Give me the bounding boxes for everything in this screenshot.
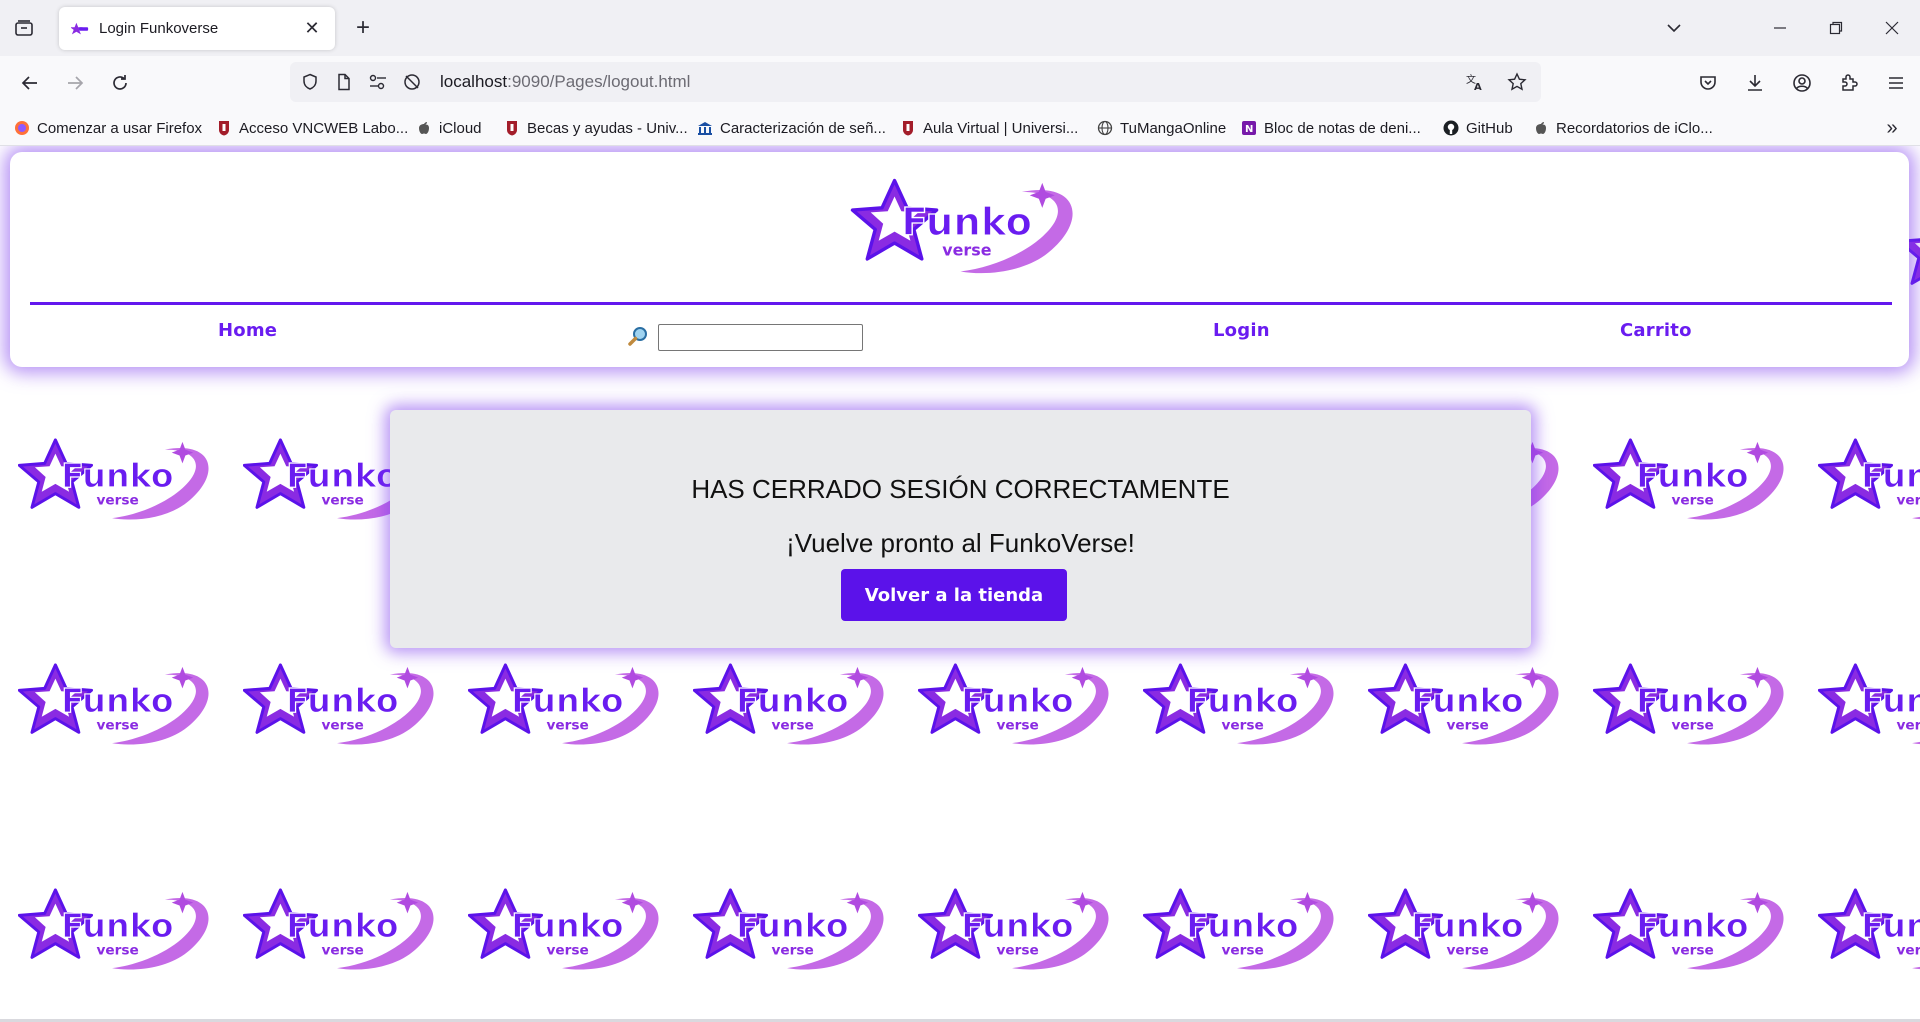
background-logo-tile xyxy=(18,886,214,972)
download-icon[interactable] xyxy=(1739,67,1771,99)
page-viewport: Home Login Carrito HAS CERRADO SESIÓN CO… xyxy=(0,146,1920,1022)
minimize-icon[interactable] xyxy=(1752,0,1808,56)
logout-title: HAS CERRADO SESIÓN CORRECTAMENTE xyxy=(691,474,1230,504)
background-logo-tile xyxy=(693,886,889,972)
close-tab-icon[interactable]: ✕ xyxy=(301,18,323,40)
bookmark-label: Aula Virtual | Universi... xyxy=(923,119,1079,137)
background-logo-tile xyxy=(1818,886,1920,972)
back-to-store-button[interactable]: Volver a la tienda xyxy=(841,569,1067,621)
logout-subtitle: ¡Vuelve pronto al FunkoVerse! xyxy=(786,528,1135,558)
tracking-protection-icon[interactable] xyxy=(398,68,426,96)
university-shield-icon xyxy=(216,120,232,136)
bookmark-label: Acceso VNCWEB Labo... xyxy=(239,119,409,137)
background-logo-tile xyxy=(918,661,1114,747)
extensions-icon[interactable] xyxy=(1833,67,1865,99)
bookmark-item[interactable]: Recordatorios de iClo... xyxy=(1533,110,1713,146)
bookmark-item[interactable]: Caracterización de señ... xyxy=(697,110,886,146)
university-shield-icon xyxy=(504,120,520,136)
bookmark-label: Caracterización de señ... xyxy=(720,119,886,137)
background-logo-tile xyxy=(693,661,889,747)
globe-icon xyxy=(1097,120,1113,136)
bookmark-label: Bloc de notas de deni... xyxy=(1264,119,1421,137)
tab-strip: Login Funkoverse ✕ + xyxy=(0,0,1920,56)
background-logo-tile xyxy=(468,661,664,747)
background-logo-tile xyxy=(1143,661,1339,747)
svg-text:N: N xyxy=(1245,124,1253,135)
url-path: :9090/Pages/logout.html xyxy=(507,72,691,91)
background-logo-tile xyxy=(1368,661,1564,747)
chevron-double-right-icon[interactable]: » xyxy=(1878,114,1906,142)
bookmark-label: iCloud xyxy=(439,119,482,137)
background-logo-tile xyxy=(243,886,439,972)
nav-login-link[interactable]: Login xyxy=(1213,320,1270,341)
tab-list-icon[interactable] xyxy=(10,14,38,42)
chevron-down-icon[interactable] xyxy=(1660,14,1688,42)
apple-icon xyxy=(1533,120,1549,136)
background-logo-tile xyxy=(1593,661,1789,747)
bookmark-item[interactable]: Acceso VNCWEB Labo... xyxy=(216,110,408,146)
background-logo-tile xyxy=(1143,886,1339,972)
background-logo-tile xyxy=(468,886,664,972)
bookmarks-toolbar: Comenzar a usar Firefox Acceso VNCWEB La… xyxy=(0,110,1920,146)
nav-home-link[interactable]: Home xyxy=(218,320,277,341)
background-logo-tile xyxy=(1368,886,1564,972)
bookmark-star-icon[interactable] xyxy=(1503,68,1531,96)
bookmark-label: GitHub xyxy=(1466,119,1513,137)
site-header: Home Login Carrito xyxy=(10,152,1909,367)
tab-title: Login Funkoverse xyxy=(99,20,219,37)
funko-favicon-icon xyxy=(71,22,89,34)
institution-icon xyxy=(697,120,713,136)
navigation-toolbar: localhost:9090/Pages/logout.html 文A xyxy=(0,56,1920,110)
close-window-icon[interactable] xyxy=(1864,0,1920,56)
bookmark-item[interactable]: Comenzar a usar Firefox xyxy=(14,110,202,146)
bookmark-item[interactable]: N Bloc de notas de deni... xyxy=(1241,110,1421,146)
background-logo-tile xyxy=(1818,661,1920,747)
bookmark-item[interactable]: Aula Virtual | Universi... xyxy=(900,110,1078,146)
restore-icon[interactable] xyxy=(1808,0,1864,56)
background-logo-tile xyxy=(243,661,439,747)
nav-cart-link[interactable]: Carrito xyxy=(1620,320,1692,341)
background-logo-tile xyxy=(1593,886,1789,972)
new-tab-icon[interactable]: + xyxy=(349,14,377,42)
bookmark-label: Becas y ayudas - Univ... xyxy=(527,119,688,137)
account-icon[interactable] xyxy=(1786,67,1818,99)
funkoverse-logo[interactable] xyxy=(840,176,1090,276)
back-arrow-icon[interactable] xyxy=(14,67,46,99)
bookmark-label: TuMangaOnline xyxy=(1120,119,1227,137)
header-divider xyxy=(30,302,1892,305)
logout-message-card: HAS CERRADO SESIÓN CORRECTAMENTE ¡Vuelve… xyxy=(390,410,1531,648)
hamburger-menu-icon[interactable] xyxy=(1880,67,1912,99)
translate-icon[interactable]: 文A xyxy=(1461,68,1489,96)
search-input[interactable] xyxy=(658,324,863,351)
bookmark-label: Recordatorios de iClo... xyxy=(1556,119,1713,137)
bookmark-item[interactable]: iCloud xyxy=(416,110,482,146)
github-icon xyxy=(1443,120,1459,136)
bookmark-item[interactable]: TuMangaOnline xyxy=(1097,110,1226,146)
bookmark-item[interactable]: GitHub xyxy=(1443,110,1513,146)
shield-icon[interactable] xyxy=(296,68,324,96)
url-bar[interactable]: localhost:9090/Pages/logout.html 文A xyxy=(290,62,1541,102)
forward-arrow-icon[interactable] xyxy=(59,67,91,99)
active-tab[interactable]: Login Funkoverse ✕ xyxy=(59,7,335,50)
background-logo-tile xyxy=(18,436,214,522)
magnifier-icon xyxy=(628,327,647,346)
background-logo-tile xyxy=(18,661,214,747)
background-logo-tile xyxy=(918,886,1114,972)
bookmark-item[interactable]: Becas y ayudas - Univ... xyxy=(504,110,688,146)
background-logo-tile xyxy=(1818,436,1920,522)
onenote-icon: N xyxy=(1241,120,1257,136)
permissions-icon[interactable] xyxy=(364,68,392,96)
bookmark-label: Comenzar a usar Firefox xyxy=(37,119,203,137)
apple-icon xyxy=(416,120,432,136)
background-logo-tile xyxy=(1593,436,1789,522)
firefox-icon xyxy=(14,120,30,136)
url-text[interactable]: localhost:9090/Pages/logout.html xyxy=(440,72,1455,92)
reload-icon[interactable] xyxy=(104,67,136,99)
svg-text:A: A xyxy=(1474,82,1482,92)
url-host: localhost xyxy=(440,72,508,91)
university-shield-icon xyxy=(900,120,916,136)
pocket-icon[interactable] xyxy=(1692,67,1724,99)
page-icon[interactable] xyxy=(330,68,358,96)
